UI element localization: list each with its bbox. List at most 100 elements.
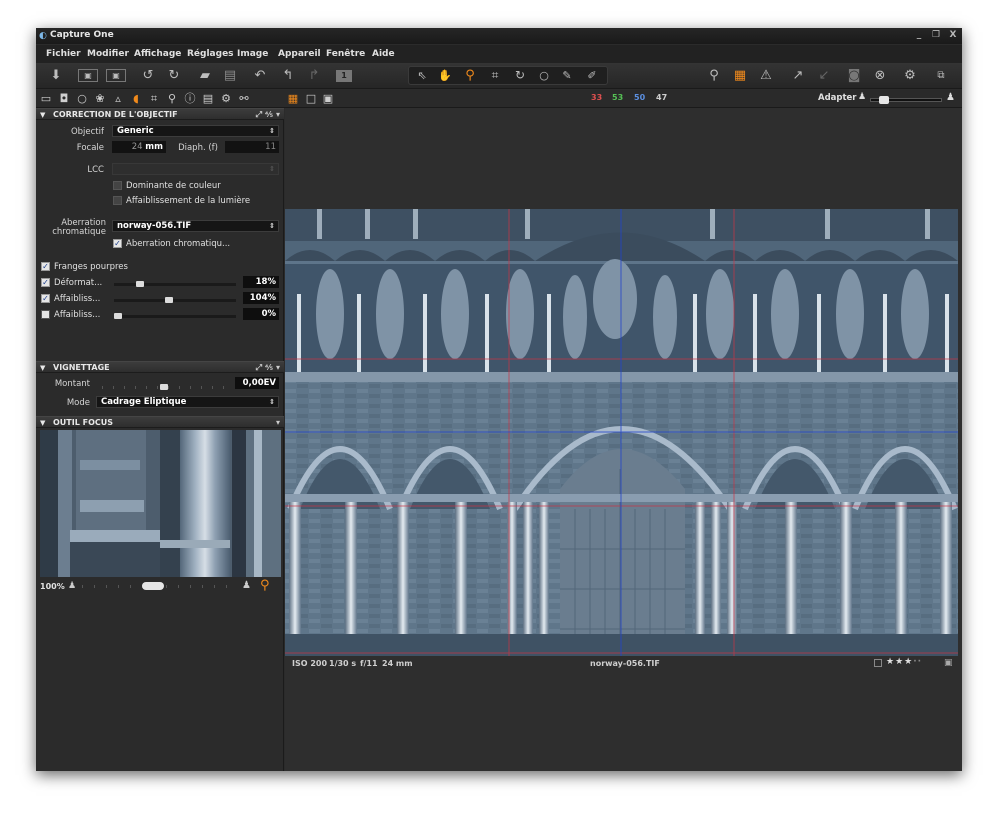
- exposure-warning-icon[interactable]: ⚠: [758, 67, 774, 84]
- focus-preview[interactable]: [40, 430, 281, 577]
- star-empty-icon[interactable]: ·: [918, 657, 922, 667]
- lens-tab-icon[interactable]: ◖: [129, 91, 143, 106]
- zoom-slider-knob[interactable]: [879, 96, 889, 104]
- crop-tab-icon[interactable]: ⌗: [147, 91, 161, 106]
- loupe-icon[interactable]: ⚲: [706, 67, 722, 84]
- sharpness-falloff-slider[interactable]: [114, 313, 236, 319]
- star-filled-icon[interactable]: ★: [886, 657, 895, 667]
- menu-fichier[interactable]: Fichier: [46, 49, 81, 59]
- details-tab-icon[interactable]: ⚲: [165, 91, 179, 106]
- focale-field[interactable]: 24 mm: [112, 141, 166, 153]
- rotate-right-icon[interactable]: ↻: [166, 67, 182, 84]
- color-tab-icon[interactable]: ❀: [93, 91, 107, 106]
- import-icon[interactable]: ⬇: [48, 67, 64, 84]
- focus-zoom-knob[interactable]: [142, 582, 164, 590]
- rotate-left-icon[interactable]: ↺: [140, 67, 156, 84]
- hand-icon[interactable]: ✋: [437, 67, 453, 84]
- menu-appareil[interactable]: Appareil: [278, 49, 321, 59]
- composition-tab-icon[interactable]: ▵: [111, 91, 125, 106]
- grid-view-icon[interactable]: ▦: [286, 91, 300, 106]
- menu-fenetre[interactable]: Fenêtre: [326, 49, 365, 59]
- amount-slider-knob[interactable]: [160, 384, 168, 390]
- sharpness-falloff-checkbox[interactable]: [41, 310, 50, 319]
- reset-icon[interactable]: ⊗: [872, 67, 888, 84]
- objectif-select[interactable]: Generic ⇕: [112, 125, 279, 137]
- lcc-select[interactable]: ⇕: [112, 163, 279, 175]
- distortion-checkbox[interactable]: ✓: [41, 278, 50, 287]
- aberration-select[interactable]: norway-056.TIF ⇕: [112, 220, 279, 232]
- histogram-icon[interactable]: ⧉: [932, 67, 950, 84]
- rotate-icon[interactable]: ↻: [512, 67, 528, 84]
- amount-slider[interactable]: [102, 384, 230, 390]
- proof-icon[interactable]: ↗: [790, 67, 806, 84]
- falloff-value[interactable]: 104%: [243, 292, 279, 304]
- focus-tool-header[interactable]: ▼ OUTIL FOCUS ▾: [36, 416, 284, 428]
- info-toggle-icon[interactable]: ▣: [944, 658, 953, 668]
- lens-correction-header[interactable]: ▼ CORRECTION DE L'OBJECTIF ⤢ ⁴⁄₅ ▾: [36, 108, 284, 120]
- focus-zoom-slider[interactable]: [82, 582, 232, 590]
- color-tag-box[interactable]: [874, 659, 882, 667]
- vignetting-header[interactable]: ▼ VIGNETTAGE ⤢ ⁴⁄₅ ▾: [36, 361, 284, 373]
- aberration-checkbox[interactable]: ✓: [113, 239, 122, 248]
- star-rating[interactable]: ★★★··: [886, 657, 922, 667]
- camera-tab-icon[interactable]: ◘: [57, 91, 71, 106]
- section-options-icon[interactable]: ▾: [276, 417, 280, 429]
- color-picker-icon[interactable]: ✎: [559, 67, 575, 84]
- distortion-slider[interactable]: [114, 281, 236, 287]
- move-to-folder-icon[interactable]: ▰: [196, 67, 214, 84]
- menu-aide[interactable]: Aide: [372, 49, 395, 59]
- camera-icon[interactable]: ◙: [846, 67, 862, 84]
- output-tab-icon[interactable]: ▤: [201, 91, 215, 106]
- pointer-icon[interactable]: ⇖: [414, 67, 430, 84]
- star-filled-icon[interactable]: ★: [895, 657, 904, 667]
- batch-tab-icon[interactable]: ⚯: [237, 91, 251, 106]
- close-button[interactable]: X: [946, 29, 960, 42]
- main-photo[interactable]: [285, 209, 958, 656]
- amount-value[interactable]: 0,00EV: [235, 377, 279, 389]
- copy-adjustments-icon[interactable]: ↙: [816, 67, 832, 84]
- settings-tab-icon[interactable]: ⚙: [219, 91, 233, 106]
- grid-icon[interactable]: ▦: [732, 67, 748, 84]
- undo-step-icon[interactable]: ↰: [280, 67, 296, 84]
- image-viewer[interactable]: ISO 200 1/30 s f/11 24 mm norway-056.TIF…: [285, 108, 962, 771]
- crop-icon[interactable]: ⌗: [487, 67, 503, 84]
- redo-icon[interactable]: ↱: [306, 67, 322, 84]
- menu-reglages[interactable]: Réglages: [187, 49, 234, 59]
- focus-loupe-icon[interactable]: ⚲: [260, 578, 270, 593]
- single-view-icon[interactable]: □: [304, 91, 318, 106]
- folder-icon[interactable]: ▭: [39, 91, 53, 106]
- undo-icon[interactable]: ↶: [252, 67, 268, 84]
- menu-image[interactable]: Image: [237, 49, 268, 59]
- falloff-slider[interactable]: [114, 297, 236, 303]
- distortion-value[interactable]: 18%: [243, 276, 279, 288]
- falloff-slider-knob[interactable]: [165, 297, 174, 303]
- white-balance-picker-icon[interactable]: ✐: [584, 67, 600, 84]
- falloff-checkbox[interactable]: ✓: [41, 294, 50, 303]
- export-icon[interactable]: ▣: [106, 69, 126, 82]
- mode-select[interactable]: Cadrage Eliptique ⇕: [96, 396, 279, 408]
- minimize-button[interactable]: _: [912, 29, 926, 42]
- metadata-tab-icon[interactable]: ⓘ: [183, 91, 197, 106]
- star-filled-icon[interactable]: ★: [904, 657, 913, 667]
- distortion-slider-knob[interactable]: [135, 281, 144, 287]
- search-tab-icon[interactable]: ○: [75, 91, 89, 106]
- trash-icon[interactable]: ▤: [222, 67, 238, 84]
- zoom-slider[interactable]: [870, 96, 942, 104]
- sharpness-falloff-slider-knob[interactable]: [114, 313, 122, 319]
- menu-affichage[interactable]: Affichage: [134, 49, 181, 59]
- color-cast-checkbox[interactable]: [113, 181, 122, 190]
- settings-icon[interactable]: ⚙: [902, 67, 918, 84]
- light-falloff-checkbox[interactable]: [113, 196, 122, 205]
- sharpness-falloff-value[interactable]: 0%: [243, 308, 279, 320]
- spot-removal-icon[interactable]: ○: [536, 67, 552, 84]
- compare-view-icon[interactable]: ▣: [321, 91, 335, 106]
- section-options-icon[interactable]: ⤢ ⁴⁄₅ ▾: [256, 362, 280, 374]
- maximize-button[interactable]: ❐: [929, 29, 943, 42]
- capture-icon[interactable]: ▣: [78, 69, 98, 82]
- section-options-icon[interactable]: ⤢ ⁴⁄₅ ▾: [256, 109, 280, 121]
- menu-modifier[interactable]: Modifier: [87, 49, 129, 59]
- diaph-field[interactable]: 11: [225, 141, 279, 153]
- zoom-icon[interactable]: ⚲: [462, 67, 478, 84]
- fringe-checkbox[interactable]: ✓: [41, 262, 50, 271]
- variants-icon[interactable]: 1: [336, 70, 352, 82]
